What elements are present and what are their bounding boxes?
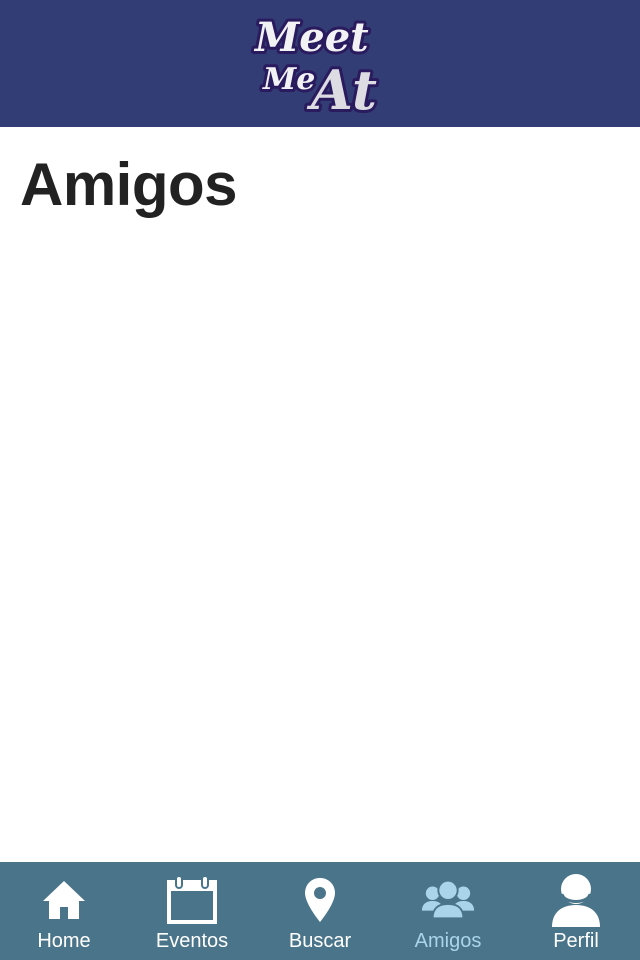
friends-list-area bbox=[0, 230, 640, 860]
tab-home-label: Home bbox=[37, 930, 91, 952]
page-title: Amigos bbox=[20, 151, 238, 218]
app-screen: Meet Meet Me Me At At Amigos Home Evento… bbox=[0, 0, 640, 960]
user-icon bbox=[548, 872, 604, 928]
tab-amigos-label: Amigos bbox=[414, 930, 482, 952]
map-pin-icon bbox=[292, 872, 348, 928]
home-icon bbox=[36, 872, 92, 928]
tab-amigos[interactable]: Amigos bbox=[384, 862, 512, 960]
calendar-icon bbox=[164, 872, 220, 928]
tab-home[interactable]: Home bbox=[0, 862, 128, 960]
logo-word-me: Me bbox=[262, 62, 315, 97]
friends-icon bbox=[420, 872, 476, 928]
tab-eventos[interactable]: Eventos bbox=[128, 862, 256, 960]
logo-word-at: At bbox=[306, 58, 377, 119]
tab-buscar-label: Buscar bbox=[288, 930, 352, 952]
bottom-tab-bar: Home Eventos Buscar Amigos Perfil bbox=[0, 862, 640, 960]
tab-buscar[interactable]: Buscar bbox=[256, 862, 384, 960]
app-header: Meet Meet Me Me At At bbox=[0, 0, 640, 127]
meetmeat-logo: Meet Meet Me Me At At bbox=[250, 11, 380, 119]
tab-eventos-label: Eventos bbox=[155, 930, 229, 952]
tab-perfil-label: Perfil bbox=[553, 930, 599, 952]
logo-word-meet: Meet bbox=[253, 14, 369, 61]
tab-perfil[interactable]: Perfil bbox=[512, 862, 640, 960]
